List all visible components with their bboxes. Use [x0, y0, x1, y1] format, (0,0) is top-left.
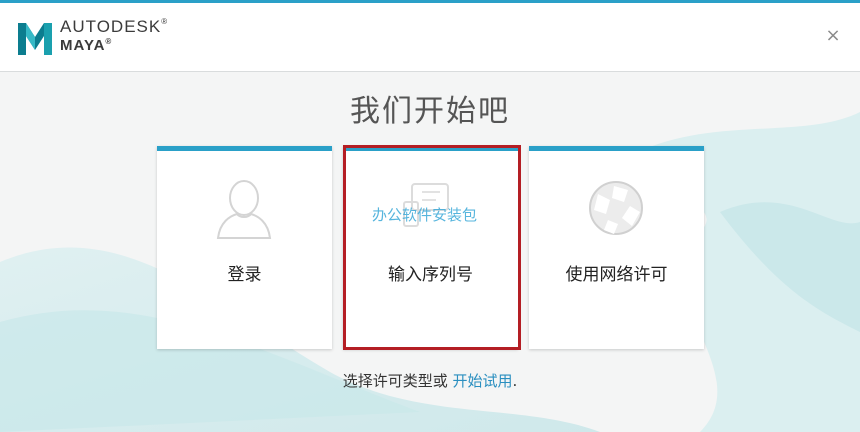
user-silhouette-icon — [216, 180, 272, 239]
footer-text: 选择许可类型或 — [342, 372, 448, 390]
watermark-text: 办公软件安装包 — [372, 206, 478, 224]
network-globe-icon — [589, 181, 643, 235]
page-title: 我们开始吧 — [350, 94, 510, 129]
maya-logo-icon — [18, 23, 52, 55]
brand-maya: MAYA® — [60, 37, 113, 54]
footer-suffix: . — [512, 372, 518, 390]
network-license-label: 使用网络许可 — [565, 265, 668, 285]
serial-number-label: 输入序列号 — [388, 265, 473, 285]
close-icon[interactable]: × — [824, 27, 842, 45]
serial-number-card[interactable]: 输入序列号 — [343, 146, 518, 349]
network-license-card[interactable]: 使用网络许可 — [529, 146, 704, 349]
sign-in-card[interactable]: 登录 — [157, 146, 332, 349]
dialog-header: AUTODESK® MAYA® × — [0, 3, 860, 72]
sign-in-label: 登录 — [227, 265, 262, 285]
start-trial-link[interactable]: 开始试用 — [453, 372, 513, 390]
brand-autodesk: AUTODESK® — [60, 17, 169, 36]
footer-prompt: 选择许可类型或 开始试用. — [0, 370, 860, 391]
